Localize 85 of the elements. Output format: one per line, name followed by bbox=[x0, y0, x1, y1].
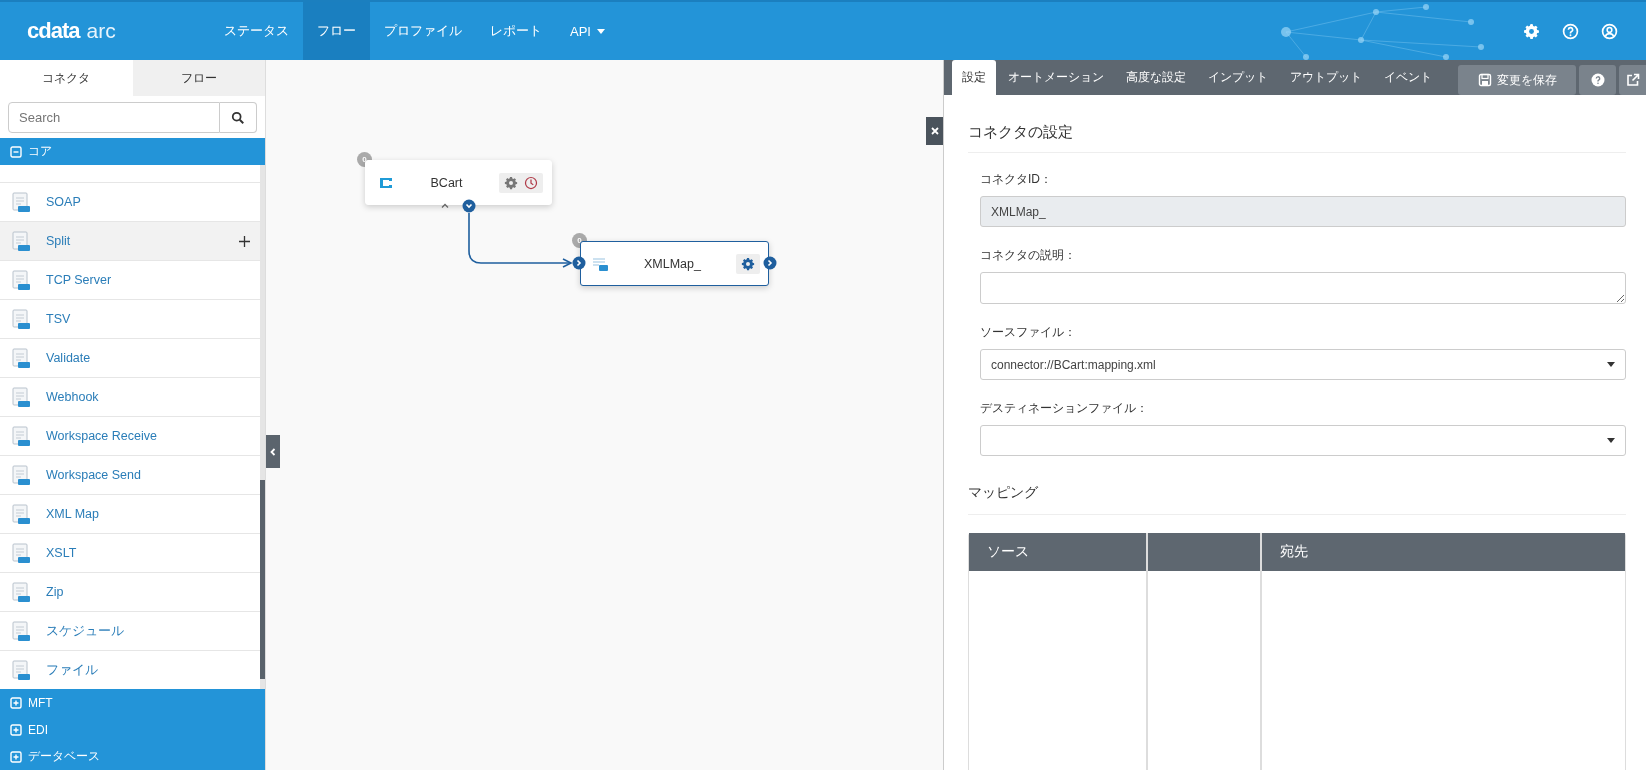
input-port-icon[interactable] bbox=[572, 256, 586, 270]
category-header[interactable]: EDI bbox=[0, 716, 265, 743]
logo: cdata arc bbox=[26, 18, 117, 44]
search-button[interactable] bbox=[220, 102, 257, 133]
connector-icon bbox=[10, 620, 32, 642]
expand-icon bbox=[10, 696, 22, 709]
panel-tab[interactable]: アウトプット bbox=[1280, 60, 1372, 95]
field-label: コネクタの説明： bbox=[980, 247, 1077, 264]
close-button[interactable] bbox=[926, 117, 943, 145]
collapse-icon bbox=[10, 145, 22, 158]
input-field[interactable]: XMLMap_ bbox=[980, 196, 1626, 227]
output-port-icon[interactable] bbox=[462, 199, 476, 213]
connector-icon bbox=[10, 581, 32, 603]
expand-icon bbox=[10, 750, 22, 763]
field-label: コネクタID： bbox=[980, 171, 1053, 188]
nav-link[interactable]: プロファイル bbox=[370, 2, 476, 60]
category-header[interactable]: データベース bbox=[0, 743, 265, 770]
popout-button[interactable] bbox=[1619, 65, 1646, 95]
connector-icon bbox=[10, 503, 32, 525]
connector-item[interactable]: Validate bbox=[0, 339, 260, 378]
connector-icon bbox=[10, 308, 32, 330]
caret-icon bbox=[1607, 362, 1615, 367]
output-port-icon[interactable] bbox=[763, 256, 777, 270]
user-icon[interactable] bbox=[1601, 22, 1618, 40]
connector-icon bbox=[10, 269, 32, 291]
connector-icon bbox=[10, 230, 32, 252]
expand-icon bbox=[10, 723, 22, 736]
node-label: BCart bbox=[429, 175, 464, 190]
connector-item[interactable]: XSLT bbox=[0, 534, 260, 573]
connector-item[interactable]: Workspace Send bbox=[0, 456, 260, 495]
panel-tab[interactable]: イベント bbox=[1374, 60, 1442, 95]
nav-link[interactable]: フロー bbox=[303, 2, 370, 60]
connector-item[interactable]: Split bbox=[0, 222, 260, 261]
section-title: マッピング bbox=[968, 484, 1626, 515]
settings-icon[interactable] bbox=[1523, 22, 1540, 40]
panel-tab[interactable]: オートメーション bbox=[998, 60, 1114, 95]
caret-icon bbox=[1607, 438, 1615, 443]
category-header[interactable]: コア bbox=[0, 138, 265, 165]
connector-icon bbox=[10, 425, 32, 447]
nav-link[interactable]: ステータス bbox=[210, 2, 303, 60]
node-label: XMLMap_ bbox=[643, 256, 702, 271]
nav-link[interactable]: API bbox=[556, 2, 619, 60]
dropdown[interactable]: connector://BCart:mapping.xml bbox=[980, 349, 1626, 380]
field-label: デスティネーションファイル： bbox=[980, 400, 1149, 417]
scrollbar[interactable] bbox=[260, 165, 265, 689]
column-header: ソース bbox=[969, 533, 1146, 571]
settings-icon[interactable] bbox=[504, 175, 518, 190]
connector-node[interactable]: XMLMap_ bbox=[580, 241, 769, 286]
help-icon bbox=[1590, 73, 1605, 87]
external-link-icon bbox=[1625, 73, 1640, 87]
collapse-button[interactable] bbox=[266, 435, 280, 468]
sidebar-tab[interactable]: コネクタ bbox=[0, 60, 133, 96]
settings-icon[interactable] bbox=[741, 256, 755, 271]
column-header: 宛先 bbox=[1262, 533, 1625, 571]
connector-icon bbox=[10, 191, 32, 213]
connector-item[interactable]: TSV bbox=[0, 300, 260, 339]
connector-icon bbox=[10, 347, 32, 369]
field-label: ソースファイル： bbox=[980, 324, 1077, 341]
connector-item[interactable]: Webhook bbox=[0, 378, 260, 417]
add-icon[interactable] bbox=[239, 235, 250, 247]
connector-item[interactable]: TCP Server bbox=[0, 261, 260, 300]
search-field[interactable]: Search bbox=[8, 102, 220, 133]
connector-icon bbox=[10, 542, 32, 564]
connector-item[interactable]: スケジュール bbox=[0, 612, 260, 651]
connector-icon bbox=[10, 464, 32, 486]
connector-icon bbox=[10, 659, 32, 681]
save-icon bbox=[1477, 73, 1492, 87]
save-button[interactable]: 変更を保存 bbox=[1458, 65, 1576, 95]
help-icon[interactable] bbox=[1562, 22, 1579, 40]
panel-tab[interactable]: 設定 bbox=[952, 60, 996, 95]
clock-icon[interactable] bbox=[524, 175, 538, 190]
section-title: コネクタの設定 bbox=[968, 123, 1626, 153]
connector-icon bbox=[10, 386, 32, 408]
nav-link[interactable]: レポート bbox=[476, 2, 556, 60]
help-button[interactable] bbox=[1579, 65, 1616, 95]
connector-node[interactable]: BCart bbox=[365, 160, 552, 205]
panel-tab[interactable]: 高度な設定 bbox=[1116, 60, 1196, 95]
connector-item[interactable]: Workspace Receive bbox=[0, 417, 260, 456]
connector-item[interactable]: Zip bbox=[0, 573, 260, 612]
connector-item[interactable]: XML Map bbox=[0, 495, 260, 534]
category-header[interactable]: MFT bbox=[0, 689, 265, 716]
sidebar-tab[interactable]: フロー bbox=[132, 60, 265, 96]
panel-tab[interactable]: インプット bbox=[1198, 60, 1278, 95]
search-icon bbox=[231, 110, 245, 125]
map-icon bbox=[593, 255, 609, 272]
